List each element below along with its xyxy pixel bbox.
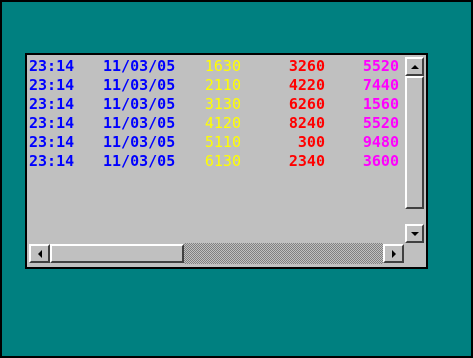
value2-cell: 2340 [288, 152, 325, 170]
horizontal-scroll-thumb[interactable] [50, 244, 184, 263]
list-item[interactable]: 23:14 11/03/05 3130 6260 1560 [29, 95, 405, 114]
value3-cell: 3600 [362, 152, 399, 170]
horizontal-scrollbar[interactable] [29, 243, 405, 264]
date-cell: 11/03/05 [103, 76, 176, 94]
time-cell: 23:14 [29, 114, 75, 132]
list-item[interactable]: 23:14 11/03/05 1630 3260 5520 [29, 57, 405, 76]
value3-cell: 5520 [362, 57, 399, 75]
time-cell: 23:14 [29, 57, 75, 75]
value2-cell: 300 [297, 133, 325, 151]
arrow-up-icon [410, 64, 419, 69]
date-cell: 11/03/05 [103, 57, 176, 75]
vertical-scroll-thumb[interactable] [405, 76, 424, 209]
window-client-area: 23:14 11/03/05 1630 3260 5520 23:14 11/0… [0, 0, 473, 358]
value2-cell: 4220 [288, 76, 325, 94]
value3-cell: 5520 [362, 114, 399, 132]
scrollbar-corner [405, 243, 424, 264]
date-cell: 11/03/05 [103, 114, 176, 132]
arrow-left-icon [37, 249, 42, 258]
time-cell: 23:14 [29, 133, 75, 151]
vertical-scrollbar[interactable] [405, 57, 424, 243]
value2-cell: 6260 [288, 95, 325, 113]
date-cell: 11/03/05 [103, 133, 176, 151]
value2-cell: 3260 [288, 57, 325, 75]
scroll-up-button[interactable] [405, 57, 424, 76]
arrow-right-icon [391, 249, 396, 258]
data-listbox[interactable]: 23:14 11/03/05 1630 3260 5520 23:14 11/0… [25, 53, 428, 269]
value3-cell: 7440 [362, 76, 399, 94]
list-item[interactable]: 23:14 11/03/05 4120 8240 5520 [29, 114, 405, 133]
value1-cell: 4120 [204, 114, 241, 132]
scroll-down-button[interactable] [405, 224, 424, 243]
value2-cell: 8240 [288, 114, 325, 132]
list-item[interactable]: 23:14 11/03/05 5110 300 9480 [29, 133, 405, 152]
date-cell: 11/03/05 [103, 152, 176, 170]
value1-cell: 1630 [204, 57, 241, 75]
value3-cell: 1560 [362, 95, 399, 113]
date-cell: 11/03/05 [103, 95, 176, 113]
list-item[interactable]: 23:14 11/03/05 6130 2340 3600 [29, 152, 405, 171]
time-cell: 23:14 [29, 152, 75, 170]
list-item[interactable]: 23:14 11/03/05 2110 4220 7440 [29, 76, 405, 95]
value1-cell: 3130 [204, 95, 241, 113]
value1-cell: 5110 [204, 133, 241, 151]
list-rows: 23:14 11/03/05 1630 3260 5520 23:14 11/0… [29, 57, 405, 245]
time-cell: 23:14 [29, 95, 75, 113]
value3-cell: 9480 [362, 133, 399, 151]
time-cell: 23:14 [29, 76, 75, 94]
arrow-down-icon [410, 231, 419, 236]
horizontal-scroll-track[interactable] [184, 243, 383, 264]
scroll-left-button[interactable] [29, 244, 50, 263]
scroll-right-button[interactable] [383, 244, 404, 263]
value1-cell: 2110 [204, 76, 241, 94]
value1-cell: 6130 [204, 152, 241, 170]
